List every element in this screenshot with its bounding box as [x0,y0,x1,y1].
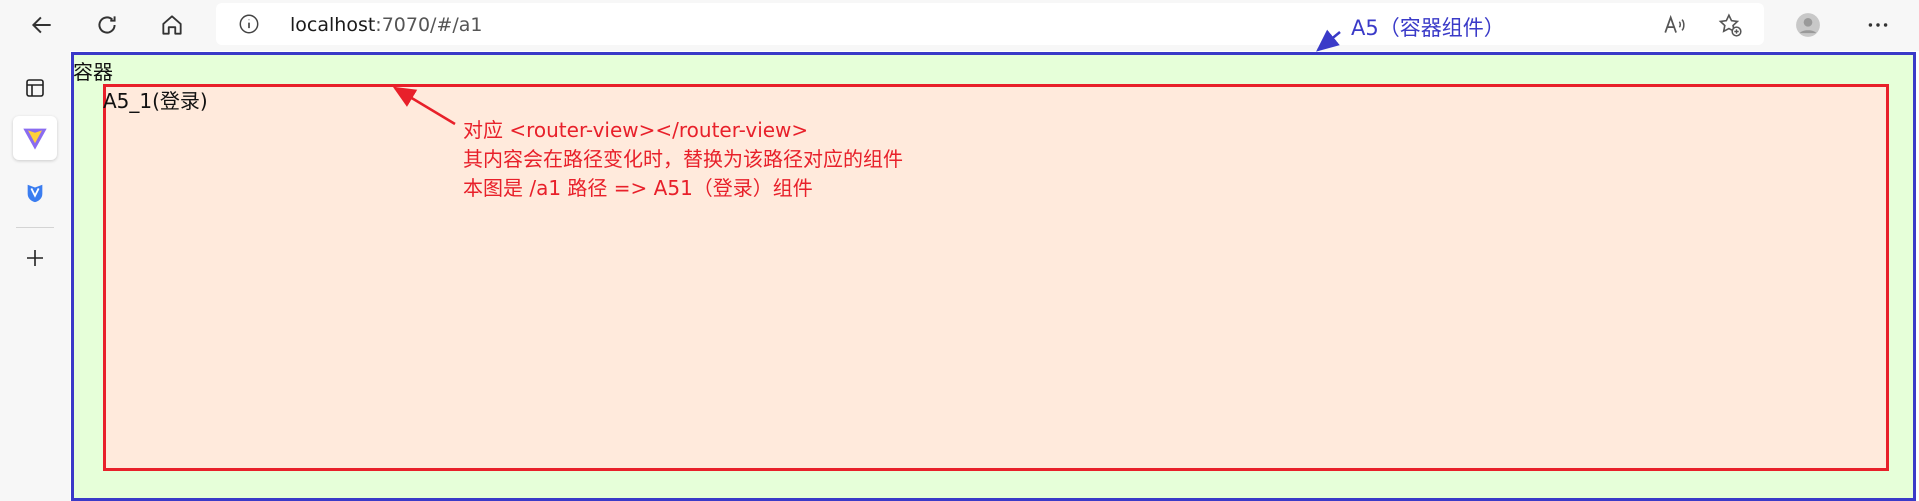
add-favorite-icon [1718,13,1742,37]
vue-devtools-icon [27,184,43,203]
container-component-annotation: A5（容器组件） [1351,16,1505,40]
back-icon [31,16,51,34]
annotation-line-2: 其内容会在路径变化时，替换为该路径对应的组件 [463,147,903,171]
router-view-annotation: 对应 <router-view></router-view> 其内容会在路径变化… [463,116,903,203]
router-view-region [103,84,1889,471]
read-aloud-icon [1664,14,1685,33]
vue-devtools-button[interactable] [13,171,57,215]
info-icon[interactable] [238,13,260,35]
vite-extension-button[interactable] [13,116,57,160]
more-icon [1868,23,1888,27]
url-host: localhost [290,14,376,36]
home-icon [162,15,182,35]
address-bar[interactable]: localhost:7070/#/a1 [216,3,1764,45]
refresh-icon [98,16,116,34]
vite-icon [23,128,47,150]
sidebar-divider [16,227,54,228]
read-aloud-button[interactable] [1657,7,1693,43]
url-path: :7070/#/a1 [375,14,483,36]
tab-actions-button[interactable] [13,66,57,110]
back-button[interactable] [24,7,60,43]
router-view-component-label: A5_1(登录) [103,89,208,113]
more-button[interactable] [1860,7,1896,43]
tab-actions-icon [26,79,44,97]
home-button[interactable] [154,7,190,43]
add-icon [27,250,43,266]
sidebar [0,51,70,501]
annotation-line-1: 对应 <router-view></router-view> [463,118,809,142]
add-sidebar-item-button[interactable] [13,236,57,280]
url-text[interactable]: localhost:7070/#/a1 [290,14,483,36]
profile-button[interactable] [1790,7,1826,43]
profile-icon [1796,13,1820,37]
add-favorite-button[interactable] [1712,7,1748,43]
refresh-button[interactable] [89,7,125,43]
container-label: 容器 [73,60,113,84]
annotation-line-3: 本图是 /a1 路径 => A51（登录）组件 [463,176,813,200]
browser-toolbar: localhost:7070/#/a1 [0,0,1919,51]
